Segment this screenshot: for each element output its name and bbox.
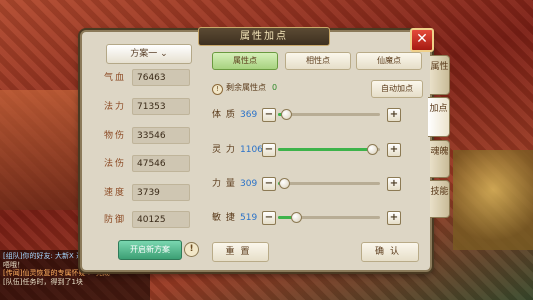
stat-value: 76463 bbox=[132, 69, 190, 86]
attr-row-strength: 力 量 309 − + bbox=[212, 176, 402, 192]
plan-dropdown[interactable]: 方案一 ⌄ bbox=[106, 44, 192, 64]
side-tab-allocate[interactable]: 加点 bbox=[428, 97, 450, 137]
stat-label: 法伤 bbox=[104, 159, 127, 169]
stat-value: 40125 bbox=[132, 211, 190, 228]
scenery-right bbox=[453, 150, 533, 250]
attr-value: 309 bbox=[240, 179, 258, 189]
attr-slider[interactable] bbox=[278, 109, 380, 120]
slider-thumb[interactable] bbox=[281, 109, 293, 120]
plus-button[interactable]: + bbox=[387, 143, 401, 157]
auto-allocate-button[interactable]: 自动加点 bbox=[371, 80, 423, 98]
stat-row-magic-dmg: 法伤 47546 bbox=[104, 155, 194, 173]
minus-button[interactable]: − bbox=[262, 108, 276, 122]
minus-button[interactable]: − bbox=[262, 177, 276, 191]
stat-value: 47546 bbox=[132, 155, 190, 172]
attr-row-constitution: 体 质 369 − + bbox=[212, 107, 402, 123]
attr-name: 体 质 bbox=[212, 110, 236, 120]
stat-value: 33546 bbox=[132, 127, 190, 144]
slider-fill bbox=[278, 148, 372, 151]
stat-value: 71353 bbox=[132, 98, 190, 115]
stat-row-defense: 防御 40125 bbox=[104, 211, 194, 229]
stat-label: 法力 bbox=[104, 102, 127, 112]
remaining-label: 剩余属性点 bbox=[226, 83, 266, 92]
attr-row-spirit: 灵 力 1106 − + bbox=[212, 142, 402, 158]
attr-slider[interactable] bbox=[278, 144, 380, 155]
slider-thumb[interactable] bbox=[279, 178, 291, 189]
info-icon[interactable]: ! bbox=[184, 242, 199, 257]
attr-value: 519 bbox=[240, 213, 258, 223]
stat-row-phys-dmg: 物伤 33546 bbox=[104, 127, 194, 145]
attr-row-agility: 敏 捷 519 − + bbox=[212, 210, 402, 226]
remaining-points: ! 剩余属性点 0 bbox=[212, 82, 277, 95]
chat-line: [队伍]任务时，得到了1块 bbox=[3, 277, 83, 286]
slider-thumb[interactable] bbox=[291, 212, 303, 223]
remaining-value: 0 bbox=[272, 83, 278, 92]
plus-button[interactable]: + bbox=[387, 177, 401, 191]
attr-value: 1106 bbox=[240, 145, 263, 155]
minus-button[interactable]: − bbox=[262, 211, 276, 225]
stat-label: 气血 bbox=[104, 73, 127, 83]
attr-name: 灵 力 bbox=[212, 145, 236, 155]
plus-button[interactable]: + bbox=[387, 211, 401, 225]
plus-button[interactable]: + bbox=[387, 108, 401, 122]
reset-button[interactable]: 重置 bbox=[212, 242, 269, 262]
tab-attribute-points[interactable]: 属性点 bbox=[212, 52, 278, 70]
close-icon[interactable]: ✕ bbox=[410, 28, 434, 52]
stat-label: 速度 bbox=[104, 188, 127, 198]
attr-slider[interactable] bbox=[278, 178, 380, 189]
minus-button[interactable]: − bbox=[262, 143, 276, 157]
stat-row-speed: 速度 3739 bbox=[104, 184, 194, 202]
stat-row-hp: 气血 76463 bbox=[104, 69, 194, 87]
side-tab-soul[interactable]: 魂魄 bbox=[430, 140, 450, 178]
tab-affinity-points[interactable]: 相性点 bbox=[285, 52, 351, 70]
new-plan-button[interactable]: 开启新方案 bbox=[118, 240, 182, 260]
info-icon: ! bbox=[212, 84, 223, 95]
attr-slider[interactable] bbox=[278, 212, 380, 223]
attr-name: 力 量 bbox=[212, 179, 236, 189]
stat-label: 防御 bbox=[104, 215, 127, 225]
scenery-left bbox=[0, 90, 80, 210]
stat-value: 3739 bbox=[132, 184, 190, 201]
stat-row-mp: 法力 71353 bbox=[104, 98, 194, 116]
stat-label: 物伤 bbox=[104, 131, 127, 141]
panel-title: 属性加点 bbox=[198, 27, 330, 46]
attr-name: 敏 捷 bbox=[212, 213, 236, 223]
side-tab-attributes[interactable]: 属性 bbox=[430, 55, 450, 95]
side-tab-skills[interactable]: 技能 bbox=[430, 180, 450, 218]
tab-immortal-demon-points[interactable]: 仙魔点 bbox=[356, 52, 422, 70]
slider-thumb[interactable] bbox=[366, 144, 378, 155]
confirm-button[interactable]: 确认 bbox=[361, 242, 419, 262]
attr-value: 369 bbox=[240, 110, 258, 120]
